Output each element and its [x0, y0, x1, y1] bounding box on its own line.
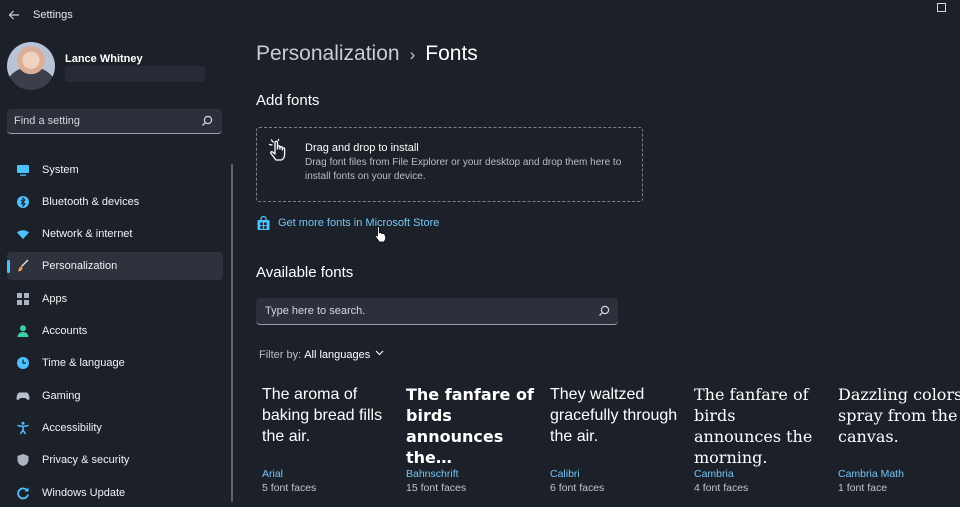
language-filter[interactable]: Filter by: All languages	[259, 348, 384, 361]
monitor-icon	[16, 163, 30, 177]
selection-indicator	[7, 260, 10, 273]
font-face-count: 15 font faces	[406, 482, 467, 494]
breadcrumb-separator: ›	[409, 45, 416, 64]
title-bar: Settings	[0, 0, 960, 32]
sidebar-item-system[interactable]: System	[7, 156, 223, 184]
app-title: Settings	[33, 9, 73, 21]
font-face-count: 6 font faces	[550, 482, 605, 494]
shield-icon	[16, 453, 30, 467]
settings-search-input[interactable]	[14, 113, 194, 129]
sidebar-item-label: Gaming	[42, 390, 81, 402]
sidebar-item-label: Windows Update	[42, 487, 126, 499]
person-icon	[16, 324, 30, 338]
font-name[interactable]: Cambria	[694, 468, 734, 480]
font-card[interactable]: The aroma of baking bread fills the air.…	[256, 382, 392, 502]
font-card[interactable]: They waltzed gracefully through the air.…	[544, 382, 680, 502]
hand-cursor-icon	[374, 225, 387, 243]
sidebar-item-label: Apps	[42, 293, 68, 305]
apps-icon	[16, 292, 30, 306]
chevron-down-icon[interactable]	[375, 348, 384, 357]
font-sample-text: The aroma of baking bread fills the air.	[262, 386, 383, 445]
filter-label: Filter by:	[259, 349, 302, 361]
gamepad-icon	[16, 389, 30, 403]
wifi-icon	[16, 227, 30, 241]
font-face-count: 1 font face	[838, 482, 888, 494]
back-arrow-icon	[8, 10, 19, 20]
font-sample-text: The fanfare of birds announces the…	[406, 385, 534, 467]
main-content: Personalization › Fonts Add fonts Drag and…	[256, 32, 960, 502]
font-search-box[interactable]	[256, 298, 618, 325]
sidebar-item-label: Personalization	[42, 260, 118, 272]
search-icon[interactable]	[200, 114, 214, 128]
sidebar-item-apps[interactable]: Apps	[7, 285, 223, 313]
sidebar-item-label: Privacy & security	[42, 454, 130, 466]
sidebar-item-bluetooth-and-devices[interactable]: Bluetooth & devices	[7, 188, 223, 216]
sidebar-item-accounts[interactable]: Accounts	[7, 317, 223, 345]
font-card[interactable]: Dazzling colors spray from the canvas. Ca…	[832, 382, 960, 502]
sidebar-item-label: System	[42, 164, 79, 176]
sidebar-item-label: Time & language	[42, 357, 125, 369]
user-email-redacted	[65, 66, 205, 82]
sidebar-item-label: Accounts	[42, 325, 88, 337]
font-search-input[interactable]	[265, 303, 585, 319]
font-name[interactable]: Bahnschrift	[406, 468, 459, 480]
sidebar-item-privacy-and-security[interactable]: Privacy & security	[7, 446, 223, 474]
accessibility-icon	[16, 421, 30, 435]
globe-clock-icon	[16, 356, 30, 370]
avatar[interactable]	[7, 42, 55, 90]
search-icon[interactable]	[597, 304, 611, 318]
store-link-text[interactable]: Get more fonts in Microsoft Store	[278, 217, 439, 229]
font-sample-text: The fanfare of birds announces the morni…	[694, 385, 813, 467]
font-sample-text: They waltzed gracefully through the air.	[550, 386, 678, 445]
breadcrumb-parent[interactable]: Personalization	[256, 42, 400, 65]
update-icon	[16, 486, 30, 500]
available-fonts-heading: Available fonts	[256, 264, 354, 281]
sidebar-item-network-and-internet[interactable]: Network & internet	[7, 220, 223, 248]
bluetooth-icon	[16, 195, 30, 209]
brush-icon	[16, 259, 30, 273]
store-bag-icon	[257, 216, 270, 230]
sidebar-item-time-and-language[interactable]: Time & language	[7, 349, 223, 377]
filter-value[interactable]: All languages	[304, 349, 370, 361]
font-card[interactable]: The fanfare of birds announces the… Bahns…	[400, 382, 536, 502]
sidebar-item-windows-update[interactable]: Windows Update	[7, 479, 223, 507]
sidebar-item-label: Network & internet	[42, 228, 133, 240]
maximize-button[interactable]	[937, 3, 946, 12]
font-face-count: 4 font faces	[694, 482, 749, 494]
breadcrumb: Personalization › Fonts	[256, 42, 478, 66]
font-card[interactable]: The fanfare of birds announces the morni…	[688, 382, 824, 502]
font-name[interactable]: Arial	[262, 468, 283, 480]
font-name[interactable]: Cambria Math	[838, 468, 904, 480]
drop-zone-description: Drag font files from File Explorer or yo…	[305, 157, 622, 182]
sidebar: Lance Whitney System Bluetooth & devices N…	[0, 32, 234, 502]
settings-search-box[interactable]	[7, 109, 222, 134]
drop-zone-title: Drag and drop to install	[305, 142, 419, 154]
sidebar-item-label: Bluetooth & devices	[42, 196, 140, 208]
font-name[interactable]: Calibri	[550, 468, 580, 480]
font-sample-text: Dazzling colors spray from the canvas.	[838, 385, 960, 446]
user-name: Lance Whitney	[65, 53, 143, 65]
back-button[interactable]	[6, 6, 22, 24]
add-fonts-heading: Add fonts	[256, 92, 320, 109]
hand-pointer-icon	[268, 138, 286, 161]
sidebar-item-personalization[interactable]: Personalization	[7, 252, 223, 280]
sidebar-item-gaming[interactable]: Gaming	[7, 382, 223, 410]
page-title: Fonts	[425, 42, 478, 65]
font-drop-zone[interactable]: Drag and drop to install Drag font files…	[256, 127, 643, 202]
font-face-count: 5 font faces	[262, 482, 317, 494]
sidebar-scrollbar[interactable]	[231, 164, 233, 502]
sidebar-item-accessibility[interactable]: Accessibility	[7, 414, 223, 442]
sidebar-item-label: Accessibility	[42, 422, 102, 434]
